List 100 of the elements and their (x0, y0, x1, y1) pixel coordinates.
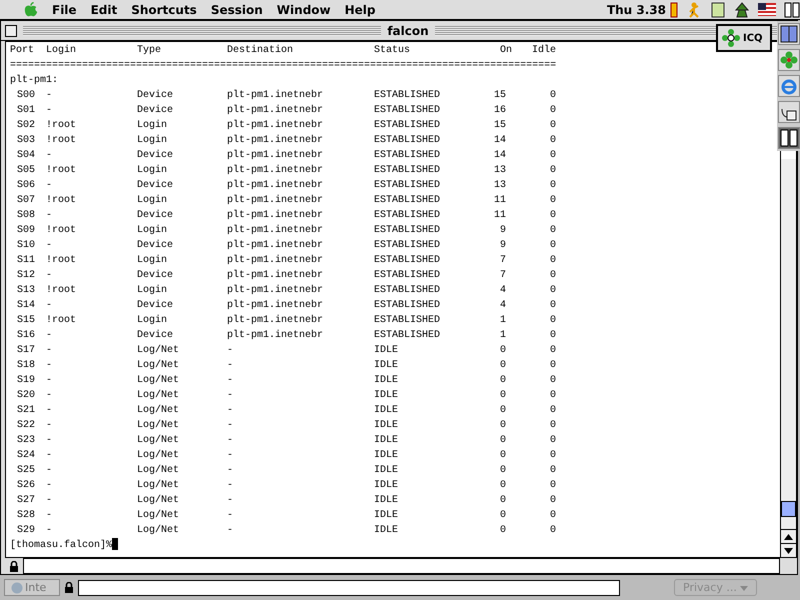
battery-icon[interactable] (670, 2, 678, 18)
close-box[interactable] (5, 24, 17, 36)
menu-clock[interactable]: Thu 3.38 (606, 2, 666, 16)
terminal-cell-text: - (46, 419, 52, 433)
menu-item[interactable]: Shortcuts (131, 2, 197, 16)
finder-icon[interactable] (778, 23, 800, 45)
terminal-cell-text: 0 (498, 509, 506, 523)
terminal-cell-text: - (46, 479, 52, 493)
terminal-cell-text: plt-pm1.inetnebr (227, 194, 324, 208)
terminal-cell-text: Log/Net (137, 374, 180, 388)
terminal-cell-text: - (227, 449, 234, 463)
column-header: Login (46, 44, 76, 58)
terminal-cell-text: - (227, 509, 234, 523)
terminal-cell-text: ESTABLISHED (374, 224, 440, 238)
menu-item[interactable]: File (52, 2, 77, 16)
menu-item[interactable]: Help (344, 2, 376, 16)
terminal-cell-text: Log/Net (137, 464, 180, 478)
terminal-cell-text: 1 (498, 314, 506, 328)
terminal-cell-text: !root (46, 194, 76, 208)
switcher-icon[interactable] (784, 2, 800, 18)
terminal-cell-text: IDLE (374, 479, 398, 493)
terminal-cell-text: 0 (548, 104, 556, 118)
terminal-cell-text: - (46, 299, 52, 313)
menu-item[interactable]: Edit (90, 2, 118, 16)
terminal-cell-text: S09 (17, 224, 36, 238)
terminal-cell-text: 0 (548, 359, 556, 373)
terminal-cell-text: ESTABLISHED (374, 119, 440, 133)
terminal-cell-text: S06 (17, 179, 36, 193)
terminal-cell-text: 15 (492, 119, 506, 133)
terminal-cell-text: Device (137, 298, 174, 313)
terminal-cell-text: !root (46, 224, 76, 238)
terminal-cell-text: S05 (17, 164, 36, 178)
terminal-cell-text: plt-pm1.inetnebr (227, 88, 324, 103)
terminal-cell-text: - (46, 239, 52, 253)
terminal-cell-text: !root (46, 119, 76, 133)
terminal-cell-text: 13 (492, 164, 506, 178)
terminal-cell-text: IDLE (374, 434, 398, 448)
terminal-cell-text: 0 (548, 449, 556, 463)
terminal-cell-text: 7 (498, 269, 506, 283)
terminal-cell-text: S24 (17, 449, 36, 463)
terminal-cell-text: ESTABLISHED (374, 299, 440, 313)
terminal-cell-text: 0 (498, 419, 506, 433)
terminal-cell-text: - (227, 344, 234, 358)
terminal-cell-text: 0 (548, 389, 556, 403)
terminal-cell-text: S04 (17, 149, 36, 163)
menu-item[interactable]: Window (276, 2, 331, 16)
terminal-cell-text: 1 (498, 329, 506, 343)
switcher-icon[interactable] (778, 127, 800, 149)
terminal-cell-text: 4 (498, 284, 506, 298)
menu-item[interactable]: Session (210, 2, 263, 16)
terminal-cell-text: - (46, 344, 52, 358)
terminal-cell-text: 0 (548, 224, 556, 238)
flower-icon (722, 29, 740, 47)
terminal-cell-text: S13 (17, 284, 36, 298)
terminal-cell-text: - (46, 104, 52, 118)
terminal-cell-text: 0 (548, 179, 556, 193)
terminal-cell-text: Log/Net (137, 494, 180, 508)
terminal-cell-text: 9 (498, 224, 506, 238)
terminal-cell-text: - (227, 479, 234, 493)
terminal-cell-text: 7 (498, 254, 506, 268)
terminal-cell-text: IDLE (374, 374, 398, 388)
column-header: Status (374, 44, 410, 58)
terminal-cell-text: - (46, 494, 52, 508)
group-label: plt-pm1: (10, 75, 58, 86)
terminal-cell-text: 0 (548, 479, 556, 493)
terminal-cell-text: - (46, 359, 52, 373)
terminal-cell-text: !root (46, 254, 76, 268)
address-field[interactable] (78, 580, 620, 596)
terminal-cell-text: Log/Net (137, 344, 180, 358)
globe-icon (11, 582, 23, 594)
terminal-cell-text: 0 (548, 194, 556, 208)
lock-icon (64, 582, 74, 593)
terminal-cell-text: 0 (548, 509, 556, 523)
flag-icon[interactable] (758, 3, 776, 16)
terminal-cell-text: 0 (548, 464, 556, 478)
terminal-cell-text: - (46, 389, 52, 403)
terminal-cell-text: - (46, 329, 52, 343)
terminal-cell-text: IDLE (374, 509, 398, 523)
terminal-cell-text: ESTABLISHED (374, 164, 440, 178)
terminal-cell-text: 16 (492, 104, 506, 118)
terminal-cell-text: 0 (548, 299, 556, 313)
terminal-cell-text: - (227, 359, 234, 373)
terminal-cell-text: S28 (17, 509, 36, 523)
terminal-cell-text: plt-pm1.inetnebr (227, 238, 324, 253)
terminal-cell-text: - (227, 419, 234, 433)
terminal-cell-text: plt-pm1.inetnebr (227, 268, 324, 283)
terminal-cell-text: S10 (17, 239, 36, 253)
terminal-cell-text: 14 (492, 149, 506, 163)
icq-button[interactable]: ICQ (716, 24, 772, 52)
terminal-cell-text: 0 (548, 329, 556, 343)
terminal-cell-text: Log/Net (137, 388, 180, 403)
window-title: falcon (387, 24, 429, 38)
flower-icon[interactable] (778, 49, 800, 71)
terminal-cell-text: plt-pm1.inetnebr (227, 104, 324, 118)
terminal-cell-text: S00 (17, 89, 36, 103)
terminal-cell-text: !root (46, 164, 76, 178)
scroll-bar[interactable] (781, 159, 796, 557)
terminal-cell-text: Device (137, 88, 174, 103)
terminal-cell-text: Log/Net (137, 418, 180, 433)
document-icon[interactable] (710, 2, 726, 18)
